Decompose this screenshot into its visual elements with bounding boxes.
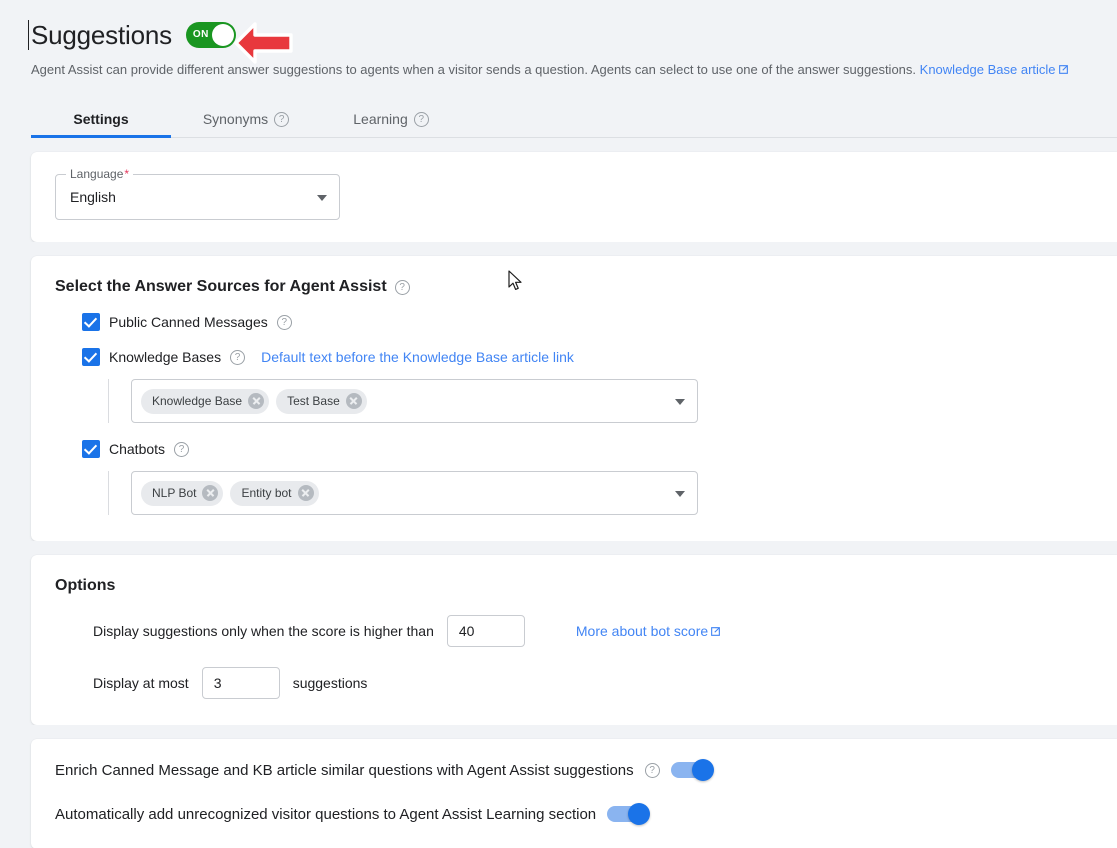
switch-thumb [628, 803, 651, 825]
tab-synonyms[interactable]: Synonyms ? [171, 100, 321, 138]
toggle-knob [211, 24, 234, 46]
max-suggestions-input[interactable] [201, 667, 280, 699]
external-link-icon [710, 624, 721, 640]
enrich-canned-message-label: Enrich Canned Message and KB article sim… [55, 761, 634, 779]
chip: NLP Bot [141, 480, 224, 506]
page-header: Suggestions ON Agent Assist can provide … [0, 0, 1117, 80]
tab-settings[interactable]: Settings [31, 100, 171, 138]
checkbox-label: Public Canned Messages [109, 314, 268, 330]
chip-remove-icon[interactable] [345, 393, 362, 409]
page-description: Agent Assist can provide different answe… [31, 61, 1117, 80]
suggestions-master-toggle[interactable]: ON [185, 22, 236, 48]
tab-synonyms-label: Synonyms [202, 111, 269, 127]
chip-label: Knowledge Base [152, 394, 243, 408]
checkbox-public-canned-messages[interactable] [82, 313, 100, 331]
help-icon[interactable]: ? [644, 762, 660, 778]
suggestions-toggle-label: ON [192, 29, 209, 40]
answer-sources-card: Select the Answer Sources for Agent Assi… [31, 256, 1117, 541]
tab-bar: Settings Synonyms ? Learning ? [0, 100, 1117, 138]
switch-thumb [691, 759, 714, 781]
chatbots-chip-wrap: NLP Bot Entity bot [108, 471, 1117, 515]
checkbox-label: Knowledge Bases [109, 349, 222, 365]
help-icon[interactable]: ? [394, 279, 410, 295]
help-icon[interactable]: ? [174, 441, 190, 457]
options-card: Options Display suggestions only when th… [31, 555, 1117, 725]
tab-learning[interactable]: Learning ? [321, 100, 461, 138]
enrich-canned-message-switch[interactable] [670, 759, 714, 781]
default-text-link[interactable]: Default text before the Knowledge Base a… [261, 349, 574, 365]
title-row: Suggestions ON [28, 18, 1117, 52]
bot-score-link[interactable]: More about bot score [576, 623, 721, 640]
answer-sources-title-text: Select the Answer Sources for Agent Assi… [55, 278, 387, 295]
score-threshold-label: Display suggestions only when the score … [93, 623, 434, 639]
enrich-canned-message-row: Enrich Canned Message and KB article sim… [55, 759, 1117, 781]
max-suggestions-label-before: Display at most [93, 675, 189, 691]
chip-label: Entity bot [241, 486, 292, 500]
source-row-public-canned-messages: Public Canned Messages ? [82, 313, 1117, 331]
language-select-value: English [70, 189, 116, 205]
chevron-down-icon[interactable] [317, 195, 327, 201]
help-icon[interactable]: ? [276, 314, 292, 330]
checkbox-label: Chatbots [109, 441, 166, 457]
max-suggestions-row: Display at most suggestions [93, 667, 1117, 699]
options-title-text: Options [55, 577, 116, 594]
tab-settings-label: Settings [73, 111, 129, 127]
language-select[interactable]: Language* English [55, 167, 340, 220]
knowledge-bases-chip-wrap: Knowledge Base Test Base [108, 379, 1117, 423]
spacer [0, 242, 1117, 256]
auto-add-questions-switch[interactable] [607, 803, 651, 825]
help-icon[interactable]: ? [274, 111, 290, 127]
chip-label: Test Base [287, 394, 340, 408]
chevron-down-icon[interactable] [675, 399, 685, 405]
chip-remove-icon[interactable] [297, 485, 314, 501]
auto-add-questions-row: Automatically add unrecognized visitor q… [55, 803, 1117, 825]
source-row-chatbots: Chatbots ? [82, 440, 1117, 458]
chevron-down-icon[interactable] [675, 491, 685, 497]
external-link-icon [1058, 62, 1069, 80]
spacer [0, 725, 1117, 739]
language-field-label: Language* [66, 167, 134, 181]
spacer [0, 138, 1117, 152]
spacer [0, 541, 1117, 555]
chip: Entity bot [230, 480, 319, 506]
language-card: Language* English [31, 152, 1117, 242]
page-title: Suggestions [28, 20, 172, 50]
max-suggestions-label-after: suggestions [292, 675, 368, 691]
help-icon[interactable]: ? [413, 111, 429, 127]
chip-remove-icon[interactable] [248, 393, 265, 409]
knowledge-bases-multiselect[interactable]: Knowledge Base Test Base [131, 379, 698, 423]
chip: Knowledge Base [141, 388, 270, 414]
chip-label: NLP Bot [152, 486, 197, 500]
chip: Test Base [276, 388, 367, 414]
source-row-knowledge-bases: Knowledge Bases ? Default text before th… [82, 348, 1117, 366]
knowledge-base-article-link[interactable]: Knowledge Base article [920, 62, 1056, 77]
chatbots-multiselect[interactable]: NLP Bot Entity bot [131, 471, 698, 515]
answer-sources-title: Select the Answer Sources for Agent Assi… [55, 278, 1117, 296]
score-threshold-input[interactable] [446, 615, 525, 647]
page-description-text: Agent Assist can provide different answe… [31, 62, 917, 77]
checkbox-knowledge-bases[interactable] [82, 348, 100, 366]
auto-add-questions-label: Automatically add unrecognized visitor q… [55, 805, 597, 823]
score-threshold-row: Display suggestions only when the score … [93, 615, 1117, 647]
tab-learning-label: Learning [353, 111, 408, 127]
options-title: Options [55, 577, 1117, 595]
enrichment-card: Enrich Canned Message and KB article sim… [31, 739, 1117, 848]
help-icon[interactable]: ? [230, 349, 246, 365]
chip-remove-icon[interactable] [202, 485, 219, 501]
checkbox-chatbots[interactable] [82, 440, 100, 458]
